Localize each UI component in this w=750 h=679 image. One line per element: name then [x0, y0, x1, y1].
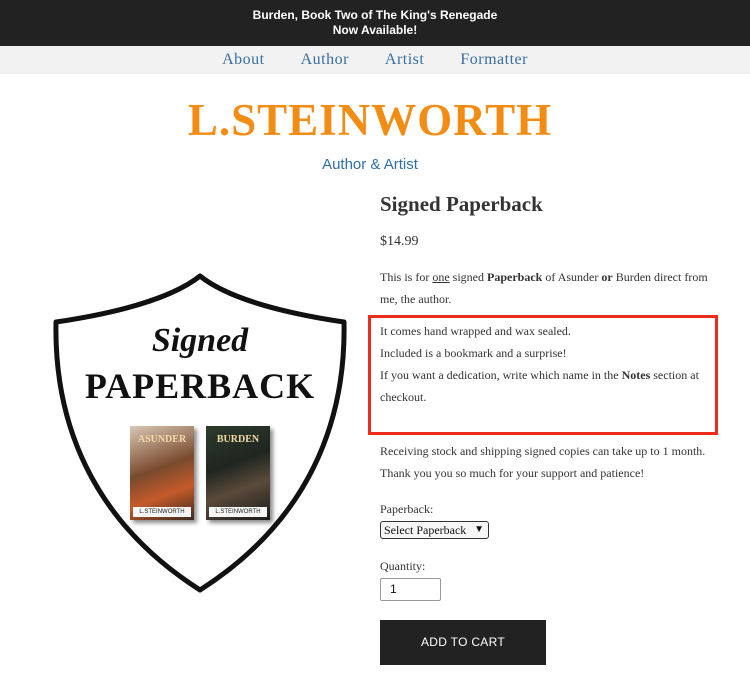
- book-cover-asunder: ASUNDER L.STEINWORTH: [130, 426, 194, 520]
- book-title: ASUNDER: [137, 434, 187, 445]
- book-author: L.STEINWORTH: [133, 507, 191, 517]
- announcement-line-2: Now Available!: [332, 23, 418, 37]
- highlight-box: [368, 315, 718, 435]
- desc-bold: Paperback: [487, 270, 543, 284]
- shipping-note: Receiving stock and shipping signed copi…: [380, 444, 706, 480]
- desc-text: This is for: [380, 270, 433, 284]
- paperback-select-value: Select Paperback: [384, 523, 467, 537]
- shield-paperback-text: PAPERBACK: [84, 366, 316, 406]
- quantity-label: Quantity:: [380, 559, 426, 573]
- quantity-input[interactable]: 1: [380, 578, 441, 601]
- nav-artist[interactable]: Artist: [385, 51, 424, 69]
- desc-text: signed: [449, 270, 488, 284]
- shield-graphic: [53, 273, 347, 593]
- shield-signed-text: Signed: [151, 322, 249, 359]
- paperback-label: Paperback:: [380, 502, 434, 516]
- desc-text: of Asunder: [542, 270, 602, 284]
- product-title: Signed Paperback: [380, 192, 543, 216]
- main-nav: About Author Artist Formatter: [0, 46, 750, 74]
- product-image: Signed PAPERBACK ASUNDER L.STEINWORTH BU…: [50, 270, 350, 595]
- nav-author[interactable]: Author: [301, 51, 349, 69]
- book-author: L.STEINWORTH: [209, 507, 267, 517]
- announcement-line-1: Burden, Book Two of The King's Renegade: [252, 8, 498, 22]
- site-logo[interactable]: L.STEINWORTH: [0, 94, 740, 146]
- product-price: $14.99: [380, 234, 419, 249]
- book-title: BURDEN: [216, 434, 260, 445]
- site-tagline: Author & Artist: [322, 156, 418, 173]
- add-to-cart-button[interactable]: ADD TO CART: [380, 620, 546, 665]
- nav-formatter[interactable]: Formatter: [460, 51, 528, 69]
- announcement-bar: Burden, Book Two of The King's Renegade …: [0, 0, 750, 46]
- book-cover-burden: BURDEN L.STEINWORTH: [206, 426, 270, 520]
- desc-underline: one: [432, 270, 450, 284]
- desc-bold: or: [601, 270, 613, 284]
- nav-about[interactable]: About: [222, 51, 265, 69]
- chevron-down-icon: ▼: [474, 524, 484, 535]
- product-description: This is for one signed Paperback of Asun…: [380, 266, 710, 310]
- paperback-select[interactable]: Select Paperback ▼: [380, 521, 489, 539]
